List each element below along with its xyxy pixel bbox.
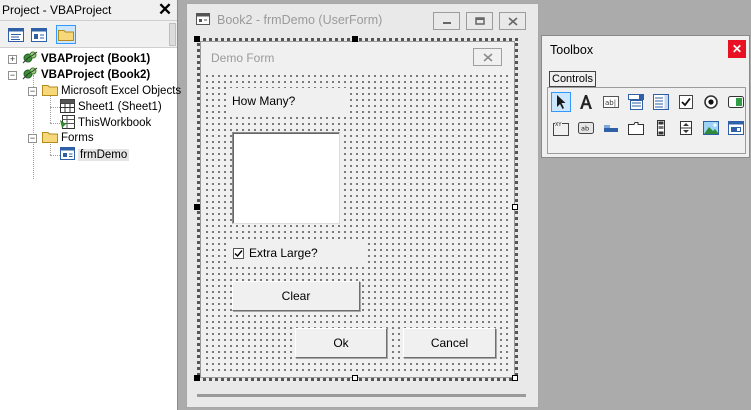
textbox-icon[interactable]: ab| — [601, 92, 621, 112]
tab-controls[interactable]: Controls — [549, 71, 596, 87]
project-explorer-titlebar: Project - VBAProject ✕ — [0, 0, 177, 21]
resize-handle[interactable] — [352, 36, 358, 42]
clear-button[interactable]: Clear — [232, 281, 360, 311]
refedit-icon[interactable] — [726, 118, 746, 138]
extra-large-checkbox[interactable]: Extra Large? — [228, 240, 368, 266]
close-icon[interactable]: ✕ — [728, 40, 746, 58]
command-button-icon[interactable]: ab — [576, 118, 596, 138]
tree-connector — [50, 155, 60, 156]
toolbox-window: Toolbox ✕ Controls ab| XY ab — [541, 35, 750, 158]
label-icon[interactable] — [576, 92, 596, 112]
svg-text:XY: XY — [555, 122, 562, 128]
toggle-button-icon[interactable] — [726, 92, 746, 112]
resize-handle[interactable] — [194, 375, 200, 381]
frame-icon[interactable]: XY — [551, 118, 571, 138]
horizontal-scrollbar[interactable] — [197, 394, 526, 397]
tree-expander[interactable]: − — [28, 87, 37, 96]
minimize-icon[interactable] — [433, 12, 460, 30]
tree-item-label: Microsoft Excel Objects — [61, 85, 182, 97]
tree-expander[interactable]: − — [8, 71, 17, 80]
tree-item-thisworkbook[interactable]: ThisWorkbook — [60, 114, 152, 132]
spinbutton-icon[interactable] — [676, 118, 696, 138]
listbox-icon[interactable] — [651, 92, 671, 112]
tree-connector — [50, 123, 60, 124]
vba-project-icon — [22, 66, 38, 84]
folder-icon — [42, 83, 58, 99]
tree-item-forms[interactable]: Forms — [42, 130, 94, 146]
toolbar-scroll-grip[interactable] — [169, 23, 176, 46]
checkbox-checked-icon — [233, 247, 244, 259]
worksheet-icon — [60, 98, 75, 116]
ok-button[interactable]: Ok — [295, 328, 387, 358]
tree-item-label: ThisWorkbook — [78, 117, 152, 129]
tree-item-vbaproject-book1[interactable]: VBAProject (Book1) — [22, 51, 150, 67]
checkbox-icon[interactable] — [676, 92, 696, 112]
extra-large-label: Extra Large? — [249, 246, 318, 260]
tabstrip-icon[interactable] — [601, 118, 621, 138]
view-object-icon[interactable] — [29, 25, 49, 44]
tree-item-frmdemo[interactable]: frmDemo — [60, 147, 130, 163]
svg-text:ab: ab — [581, 125, 589, 133]
userform-close-icon[interactable] — [473, 48, 502, 66]
how-many-listbox[interactable] — [232, 132, 340, 224]
resize-handle[interactable] — [512, 204, 518, 210]
resize-handle[interactable] — [194, 36, 200, 42]
cancel-button[interactable]: Cancel — [403, 328, 496, 358]
restore-icon[interactable] — [466, 12, 493, 30]
tree-item-label: frmDemo — [78, 149, 130, 161]
folder-icon — [42, 130, 58, 146]
how-many-label[interactable]: How Many? — [228, 88, 346, 114]
close-icon[interactable]: ✕ — [156, 1, 174, 18]
resize-handle[interactable] — [512, 375, 518, 381]
tree-expander[interactable]: + — [8, 55, 17, 64]
project-tree: + VBAProject (Book1) − VBAProject (Book2… — [0, 49, 181, 410]
view-code-icon[interactable] — [6, 25, 26, 44]
tree-expander[interactable]: − — [28, 134, 37, 143]
userform-icon — [60, 147, 75, 163]
project-explorer-toolbar — [0, 21, 177, 48]
tree-item-vbaproject-book2[interactable]: VBAProject (Book2) — [22, 67, 150, 83]
designer-title: Book2 - frmDemo (UserForm) — [217, 13, 383, 27]
option-button-icon[interactable] — [701, 92, 721, 112]
tree-item-sheet1[interactable]: Sheet1 (Sheet1) — [60, 98, 162, 116]
toolbox-controls-panel: ab| XY ab — [547, 87, 746, 154]
tree-item-label: Forms — [61, 132, 94, 144]
userform-icon — [196, 12, 210, 28]
combobox-icon[interactable] — [626, 92, 646, 112]
project-explorer-title: Project - VBAProject — [2, 3, 112, 17]
resize-handle[interactable] — [194, 204, 200, 210]
tree-item-excel-objects[interactable]: Microsoft Excel Objects — [42, 83, 181, 99]
scrollbar-icon[interactable] — [651, 118, 671, 138]
image-icon[interactable] — [701, 118, 721, 138]
multipage-icon[interactable] — [626, 118, 646, 138]
workbook-icon — [60, 114, 75, 132]
toolbox-title: Toolbox — [550, 43, 594, 57]
svg-text:ab|: ab| — [605, 99, 616, 107]
project-explorer: Project - VBAProject ✕ + VBAProject (Boo… — [0, 0, 181, 410]
tree-item-label: VBAProject (Book2) — [41, 69, 151, 81]
toggle-folders-icon[interactable] — [56, 25, 76, 44]
tree-connector — [50, 107, 60, 108]
select-objects-icon[interactable] — [551, 92, 571, 112]
tree-item-label: VBAProject (Book1) — [41, 53, 151, 65]
userform-caption: Demo Form — [211, 50, 275, 65]
resize-handle[interactable] — [352, 375, 358, 381]
tree-item-label: Sheet1 (Sheet1) — [78, 101, 162, 113]
close-icon[interactable] — [499, 12, 526, 30]
